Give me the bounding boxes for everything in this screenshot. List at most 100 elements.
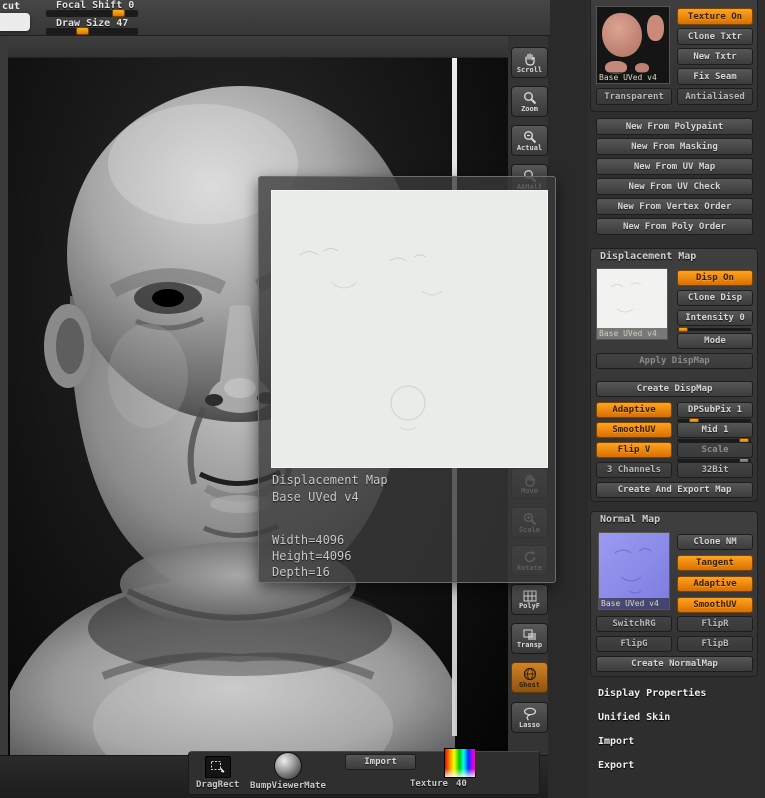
zbrush-app: cut Focal Shift 0 Draw Size 47 Scroll Zo…	[0, 0, 765, 798]
texture-on-button[interactable]: Texture On	[677, 8, 753, 25]
magnifier-icon	[523, 91, 536, 104]
ghost-tool-button[interactable]: Ghost	[511, 662, 548, 693]
polyf-label: PolyF	[518, 601, 541, 610]
clone-disp-button[interactable]: Clone Disp	[677, 290, 753, 306]
draw-size-handle[interactable]	[76, 27, 89, 35]
dragrect-button[interactable]	[205, 756, 231, 778]
adaptive-toggle[interactable]: Adaptive	[596, 402, 672, 418]
new-from-uv-map-button[interactable]: New From UV Map	[596, 158, 753, 175]
texture-swatch[interactable]	[444, 748, 476, 778]
uv-sketch-marks	[299, 248, 443, 431]
create-normalmap-button[interactable]: Create NormalMap	[596, 656, 753, 672]
texture-thumb-label: Base UVed v4	[597, 72, 669, 83]
normal-thumb-label: Base UVed v4	[599, 598, 669, 609]
displacement-map-popup: Displacement Map Base UVed v4 Width=4096…	[258, 176, 556, 583]
switchrg-toggle[interactable]: SwitchRG	[596, 616, 672, 632]
new-from-poly-order-button[interactable]: New From Poly Order	[596, 218, 753, 235]
popup-width: Width=4096	[272, 533, 345, 547]
flipr-toggle[interactable]: FlipR	[677, 616, 753, 632]
drag-rect-icon	[211, 761, 225, 773]
bumpviewermate-label: BumpViewerMate	[250, 781, 326, 791]
focal-shift-handle[interactable]	[112, 9, 125, 17]
intensity-slider-button[interactable]: Intensity 0	[677, 310, 753, 326]
import-menu[interactable]: Import	[598, 736, 634, 747]
popup-subtitle: Base UVed v4	[272, 490, 359, 504]
uv-island-blob	[647, 15, 664, 41]
flipb-toggle[interactable]: FlipB	[677, 636, 753, 652]
new-from-vertex-order-button[interactable]: New From Vertex Order	[596, 198, 753, 215]
actual-tool-button[interactable]: Actual	[511, 125, 548, 156]
xcut-tab-label[interactable]: cut	[2, 1, 20, 12]
create-and-export-map-button[interactable]: Create And Export Map	[596, 482, 753, 498]
overlap-squares-icon	[523, 629, 536, 640]
clone-nm-button[interactable]: Clone NM	[677, 534, 753, 550]
export-menu[interactable]: Export	[598, 760, 634, 771]
texture-map-thumbnail[interactable]: Base UVed v4	[596, 6, 670, 84]
top-toolbar: cut Focal Shift 0 Draw Size 47	[0, 0, 550, 36]
mode-button[interactable]: Mode	[677, 333, 753, 349]
partial-popup-remnant	[0, 13, 30, 31]
popup-depth: Depth=16	[272, 565, 330, 579]
disp-on-button[interactable]: Disp On	[677, 270, 753, 286]
antialiased-toggle[interactable]: Antialiased	[677, 88, 753, 105]
smoothuv-toggle[interactable]: SmoothUV	[596, 422, 672, 438]
hand-icon	[524, 52, 535, 66]
scroll-tool-button[interactable]: Scroll	[511, 47, 548, 78]
channels-button[interactable]: 3 Channels	[596, 462, 672, 478]
left-edge-strip	[0, 36, 8, 755]
draw-size-slider[interactable]	[46, 27, 138, 35]
bits-button[interactable]: 32Bit	[677, 462, 753, 478]
clone-txtr-button[interactable]: Clone Txtr	[677, 28, 753, 45]
lasso-label: Lasso	[518, 720, 541, 729]
zoom-label: Zoom	[521, 104, 538, 113]
scroll-label: Scroll	[516, 65, 543, 74]
transp-tool-button[interactable]: Transp	[511, 623, 548, 654]
lasso-icon	[523, 707, 536, 720]
dragrect-label: DragRect	[196, 780, 240, 790]
new-from-masking-button[interactable]: New From Masking	[596, 138, 753, 155]
texture-selector-label: Texture	[410, 779, 448, 789]
nm-smoothuv-toggle[interactable]: SmoothUV	[677, 597, 753, 613]
new-from-uv-check-button[interactable]: New From UV Check	[596, 178, 753, 195]
magnifier-icon	[523, 130, 536, 143]
mid-slider-button[interactable]: Mid 1	[677, 422, 753, 438]
intensity-handle[interactable]	[678, 327, 688, 332]
grid-icon	[523, 590, 536, 601]
popup-title: Displacement Map	[272, 473, 388, 487]
lasso-tool-button[interactable]: Lasso	[511, 702, 548, 733]
scale-slider-button[interactable]: Scale	[677, 442, 753, 458]
flip-v-toggle[interactable]: Flip V	[596, 442, 672, 458]
flipg-toggle[interactable]: FlipG	[596, 636, 672, 652]
focal-shift-slider[interactable]	[46, 9, 138, 17]
actual-label: Actual	[516, 143, 543, 152]
transp-label: Transp	[516, 640, 543, 649]
bumpviewermate-sphere[interactable]	[274, 752, 302, 780]
intensity-track[interactable]	[677, 327, 751, 332]
uv-island-blob	[602, 13, 642, 57]
disp-thumb-label: Base UVed v4	[597, 328, 667, 339]
displacement-section-title[interactable]: Displacement Map	[600, 251, 696, 262]
zoom-tool-button[interactable]: Zoom	[511, 86, 548, 117]
normal-map-thumbnail[interactable]: Base UVed v4	[598, 532, 670, 610]
displacement-preview-image	[271, 190, 548, 468]
import-button[interactable]: Import	[345, 754, 416, 770]
new-txtr-button[interactable]: New Txtr	[677, 48, 753, 65]
new-from-polypaint-button[interactable]: New From Polypaint	[596, 118, 753, 135]
fix-seam-button[interactable]: Fix Seam	[677, 68, 753, 85]
unified-skin-menu[interactable]: Unified Skin	[598, 712, 670, 723]
polyf-tool-button[interactable]: PolyF	[511, 584, 548, 615]
ghost-label: Ghost	[518, 680, 541, 689]
apply-dispmap-button[interactable]: Apply DispMap	[596, 353, 753, 369]
dpsubpix-slider-button[interactable]: DPSubPix 1	[677, 402, 753, 418]
create-dispmap-button[interactable]: Create DispMap	[596, 381, 753, 397]
texture-selector-label-row: Texture 40	[410, 779, 467, 789]
tangent-toggle[interactable]: Tangent	[677, 555, 753, 571]
popup-height: Height=4096	[272, 549, 352, 563]
nm-adaptive-toggle[interactable]: Adaptive	[677, 576, 753, 592]
normal-section-title[interactable]: Normal Map	[600, 514, 660, 525]
texture-selector-index: 40	[455, 779, 467, 789]
display-properties-menu[interactable]: Display Properties	[598, 688, 706, 699]
displacement-thumbnail[interactable]: Base UVed v4	[596, 268, 668, 340]
sphere-icon	[523, 667, 536, 680]
transparent-toggle[interactable]: Transparent	[596, 88, 672, 105]
